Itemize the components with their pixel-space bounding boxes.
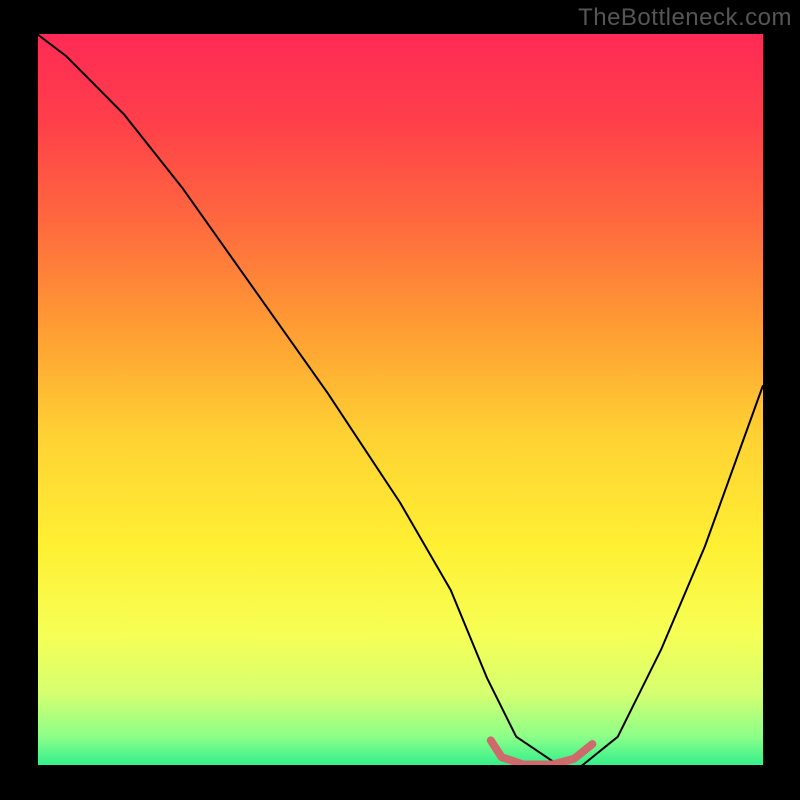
chart-container: TheBottleneck.com [0, 0, 800, 800]
chart-svg [0, 0, 800, 800]
watermark-text: TheBottleneck.com [578, 4, 792, 32]
plot-background-gradient [37, 34, 763, 766]
